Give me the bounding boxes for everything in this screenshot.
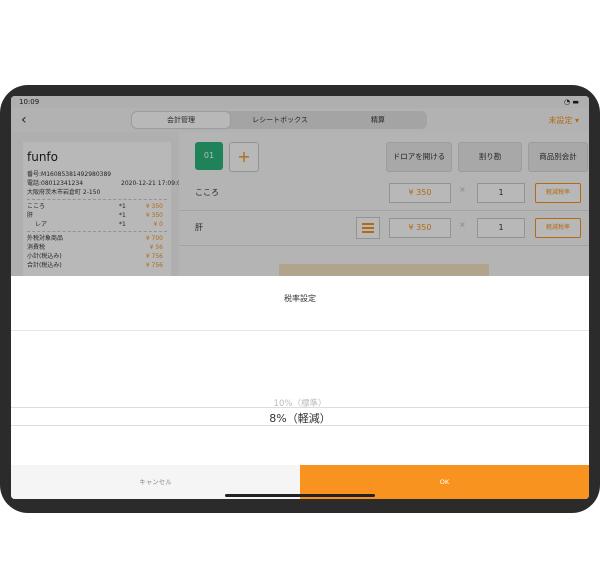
- sheet-divider: [11, 330, 589, 331]
- sheet-title: 税率設定: [284, 294, 316, 303]
- modal-overlay[interactable]: [11, 96, 589, 276]
- app-background: 10:09 ◔ ▬ ‹ 会計管理 レシートボックス 精算 未設定 ▾ funfo…: [11, 96, 589, 276]
- picker-option-standard[interactable]: 10%（標準）: [11, 397, 589, 409]
- tax-rate-sheet: 税率設定 10%（標準） 8%（軽減） キャンセル OK: [11, 276, 589, 499]
- screen: 10:09 ◔ ▬ ‹ 会計管理 レシートボックス 精算 未設定 ▾ funfo…: [11, 96, 589, 499]
- home-indicator: [225, 494, 375, 497]
- picker-option-reduced[interactable]: 8%（軽減）: [11, 410, 589, 426]
